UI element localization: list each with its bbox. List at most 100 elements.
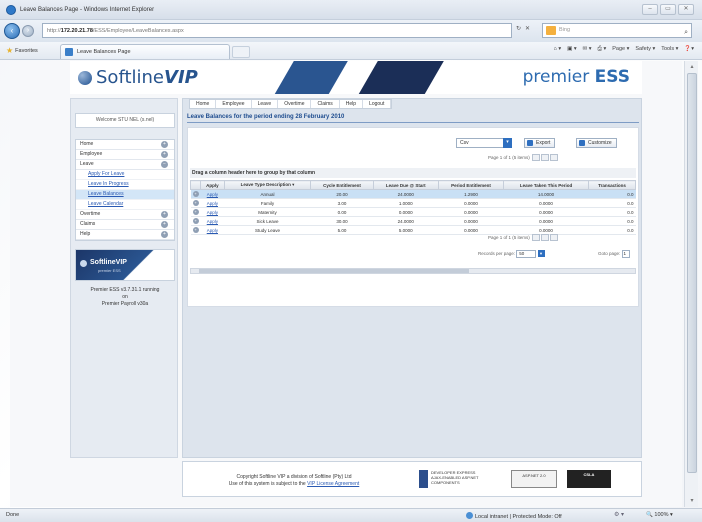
column-header[interactable]: Leave Type Description ▾ — [223, 180, 312, 190]
sidebar-item-leave-balances[interactable]: Leave Balances — [76, 190, 174, 200]
help-menu[interactable]: ❓▾ — [684, 46, 694, 53]
vertical-scrollbar[interactable]: ▴ ▾ — [684, 61, 698, 507]
table-cell: Study Leave — [224, 225, 311, 235]
expand-row-icon[interactable]: + — [192, 191, 199, 197]
customize-button[interactable]: Customize — [576, 138, 617, 148]
tools-menu[interactable]: Tools ▾ — [661, 46, 678, 53]
column-header[interactable]: Period Entitlement — [437, 180, 505, 190]
page-number-button[interactable] — [541, 154, 550, 161]
new-tab-button[interactable] — [232, 46, 250, 58]
prev-page-button[interactable] — [532, 154, 541, 161]
favorites-bar: ★ Favorites Leave Balances Page ⌂ ▾ ▣ ▾ … — [0, 42, 702, 60]
expand-row-icon[interactable]: + — [192, 200, 199, 206]
sidebar-item-help[interactable]: Help + — [76, 230, 174, 240]
forward-button[interactable]: › — [22, 25, 34, 37]
scrollbar-thumb[interactable] — [199, 269, 469, 273]
scroll-down-icon[interactable]: ▾ — [687, 497, 697, 505]
table-cell: 0.0000 — [503, 216, 589, 226]
nav-home[interactable]: Home — [190, 100, 217, 108]
apply-link[interactable]: Apply — [200, 225, 225, 235]
column-header[interactable]: Cycle Entitlement — [310, 180, 374, 190]
zoom-level[interactable]: 🔍 100% ▾ — [646, 512, 673, 518]
home-icon[interactable]: ⌂ ▾ — [553, 46, 561, 53]
table-row[interactable]: + Apply Family 3.00 1.0000 0.0000 0.0000… — [190, 198, 636, 208]
safety-menu[interactable]: Safety ▾ — [635, 46, 655, 53]
protected-mode-icon[interactable]: ⚙ ▾ — [614, 511, 624, 518]
expand-icon[interactable]: + — [161, 151, 168, 158]
next-page-button[interactable] — [550, 234, 559, 241]
expand-icon[interactable]: + — [161, 231, 168, 238]
column-header[interactable]: Apply — [200, 180, 225, 190]
collapse-icon[interactable]: − — [161, 161, 168, 168]
column-header[interactable]: Leave Due @ Start — [372, 180, 439, 190]
apply-link[interactable]: Apply — [200, 198, 225, 208]
url-tools: ↻ ✕ — [516, 25, 530, 32]
scrollbar-thumb[interactable] — [687, 73, 697, 473]
favorites-button[interactable]: ★ Favorites — [0, 46, 38, 55]
nav-logout[interactable]: Logout — [363, 100, 392, 108]
nav-help[interactable]: Help — [340, 100, 364, 108]
nav-employee[interactable]: Employee — [216, 100, 252, 108]
license-link[interactable]: VIP License Agreement — [307, 481, 359, 487]
chevron-down-icon[interactable]: ▾ — [537, 250, 545, 257]
table-row[interactable]: + Apply Maternity 0.00 0.0000 0.0000 0.0… — [190, 207, 636, 217]
expand-icon[interactable]: + — [161, 141, 168, 148]
table-cell: 5.0000 — [373, 225, 439, 235]
table-cell: 0.0000 — [503, 207, 589, 217]
nav-leave[interactable]: Leave — [252, 100, 279, 108]
sidebar-item-leave[interactable]: Leave − — [76, 160, 174, 170]
expand-row-icon[interactable]: + — [192, 209, 199, 215]
version-info: Premier ESS v3.7.31.1 running on Premier… — [90, 287, 160, 307]
sidebar-item-overtime[interactable]: Overtime + — [76, 210, 174, 220]
sidebar-item-home[interactable]: Home + — [76, 140, 174, 150]
next-page-button[interactable] — [550, 154, 559, 161]
prev-page-button[interactable] — [532, 234, 541, 241]
table-row[interactable]: + Apply Study Leave 5.00 5.0000 0.0000 0… — [190, 225, 636, 235]
feeds-icon[interactable]: ▣ ▾ — [567, 46, 577, 53]
expand-row-icon[interactable]: + — [192, 227, 199, 233]
sidebar-item-apply-for-leave[interactable]: Apply For Leave — [76, 170, 174, 180]
print-icon[interactable]: ⎙ ▾ — [598, 46, 607, 53]
maximize-button[interactable]: ▭ — [660, 4, 676, 15]
search-input[interactable]: Bing ⌕ — [542, 23, 692, 38]
close-button[interactable]: ✕ — [678, 4, 694, 15]
horizontal-scrollbar[interactable] — [190, 268, 636, 274]
expand-row-icon[interactable]: + — [192, 218, 199, 224]
stop-icon[interactable]: ✕ — [525, 25, 530, 32]
nav-claims[interactable]: Claims — [311, 100, 340, 108]
sidebar-item-claims[interactable]: Claims + — [76, 220, 174, 230]
table-row[interactable]: + Apply Annual 20.00 24.0000 1.2900 14.0… — [190, 189, 636, 199]
apply-link[interactable]: Apply — [200, 189, 225, 199]
sidebar-item-leave-in-progress[interactable]: Leave In Progress — [76, 180, 174, 190]
expand-icon[interactable]: + — [161, 221, 168, 228]
sidebar-item-leave-calendar[interactable]: Leave Calendar — [76, 200, 174, 210]
table-cell: 14.0000 — [503, 189, 589, 199]
page-menu[interactable]: Page ▾ — [612, 46, 629, 53]
star-icon: ★ — [6, 46, 14, 55]
chevron-down-icon[interactable]: ▾ — [503, 138, 512, 148]
goto-page-input[interactable]: 1 — [621, 250, 630, 258]
mail-icon[interactable]: ✉ ▾ — [583, 46, 592, 53]
sidebar-item-employee[interactable]: Employee + — [76, 150, 174, 160]
url-field[interactable]: http:// 172.20.21.78 /ESS/Employee/Leave… — [42, 23, 512, 38]
page-number-button[interactable] — [541, 234, 550, 241]
export-button[interactable]: Export — [524, 138, 556, 148]
nav-overtime[interactable]: Overtime — [278, 100, 312, 108]
group-by-panel[interactable]: Drag a column header here to group by th… — [190, 168, 636, 178]
status-text: Done — [6, 512, 20, 518]
column-header[interactable]: Leave Taken This Period — [503, 180, 589, 190]
records-per-page-select[interactable]: 50 — [516, 250, 537, 258]
apply-link[interactable]: Apply — [200, 216, 225, 226]
minimize-button[interactable]: – — [642, 4, 658, 15]
search-icon[interactable]: ⌕ — [684, 26, 688, 39]
export-format-select[interactable]: Csv ▾ — [456, 138, 512, 148]
scroll-up-icon[interactable]: ▴ — [687, 63, 697, 71]
table-cell: 0.0 — [588, 216, 636, 226]
apply-link[interactable]: Apply — [200, 207, 225, 217]
column-header[interactable]: Transactions — [587, 180, 637, 190]
refresh-icon[interactable]: ↻ — [516, 25, 521, 32]
browser-tab[interactable]: Leave Balances Page — [60, 44, 230, 59]
back-button[interactable]: ‹ — [4, 23, 20, 39]
table-row[interactable]: + Apply Sick Leave 30.00 24.0000 0.0000 … — [190, 216, 636, 226]
expand-icon[interactable]: + — [161, 211, 168, 218]
